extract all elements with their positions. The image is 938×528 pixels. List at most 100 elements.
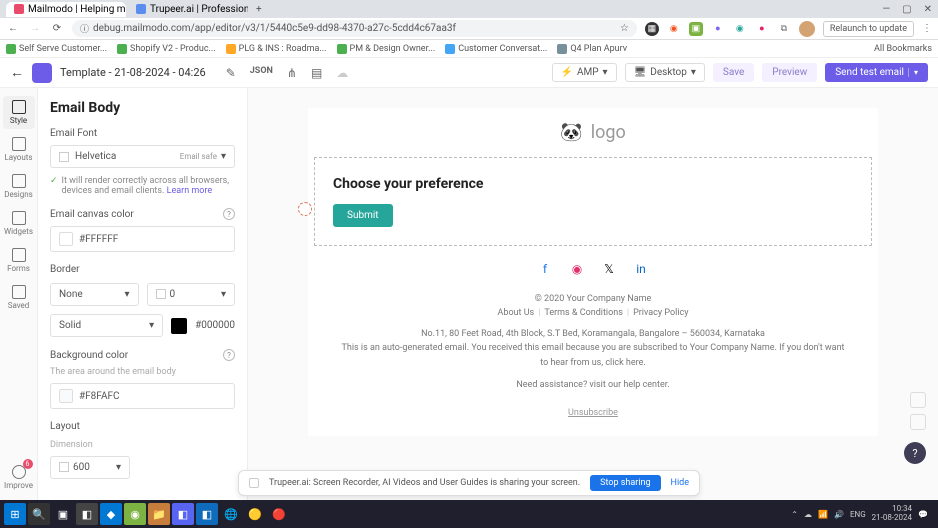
edit-icon[interactable]: ✎ (226, 66, 236, 80)
search-icon[interactable]: 🔍 (28, 503, 50, 525)
dimension-dropdown[interactable]: 600▾ (50, 456, 130, 479)
tray-wifi-icon[interactable]: 📶 (818, 510, 828, 519)
back-icon[interactable]: ← (6, 23, 20, 34)
taskbar-app-icon[interactable]: ◧ (172, 503, 194, 525)
extensions-puzzle-icon[interactable]: ⧉ (777, 22, 791, 36)
linkedin-icon[interactable]: in (634, 262, 648, 276)
back-arrow-icon[interactable]: ← (10, 64, 24, 81)
taskbar-app-icon[interactable]: ◧ (196, 503, 218, 525)
share-icon[interactable]: ⋔ (287, 66, 297, 80)
taskbar-app-icon[interactable]: ◆ (100, 503, 122, 525)
amp-dropdown[interactable]: ⚡ AMP ▾ (552, 63, 617, 82)
maximize-icon[interactable]: ▢ (902, 4, 911, 15)
template-title[interactable]: Template - 21-08-2024 - 04:26 (60, 66, 206, 79)
extension-icon[interactable]: ◉ (667, 22, 681, 36)
bookmark-item[interactable]: Shopify V2 - Produc... (117, 44, 216, 54)
learn-more-link[interactable]: Learn more (167, 186, 213, 196)
system-tray[interactable]: ⌃ ☁ 📶 🔊 ENG 10:34 21-08-2024 💬 (791, 505, 934, 523)
nav-item-saved[interactable]: Saved (3, 281, 35, 314)
drag-handle-icon[interactable] (298, 202, 312, 216)
help-fab-icon[interactable]: ? (904, 442, 926, 464)
social-block[interactable]: f ◉ 𝕏 in (308, 246, 878, 292)
nav-item-layouts[interactable]: Layouts (3, 133, 35, 166)
site-info-icon[interactable]: ⓘ (80, 22, 89, 35)
bookmark-star-icon[interactable]: ☆ (620, 23, 629, 34)
app-logo[interactable] (32, 63, 52, 83)
notifications-icon[interactable]: 💬 (918, 510, 928, 519)
close-window-icon[interactable]: ✕ (924, 4, 932, 15)
redo-icon[interactable] (910, 414, 926, 430)
tray-chevron-icon[interactable]: ⌃ (791, 510, 798, 519)
extension-icon[interactable]: ● (755, 22, 769, 36)
chevron-down-icon[interactable]: ▾ (908, 68, 918, 77)
unsubscribe-link[interactable]: Unsubscribe (308, 402, 878, 436)
help-icon[interactable]: ? (223, 349, 235, 361)
preference-block[interactable]: Choose your preference Submit (314, 157, 872, 246)
relaunch-button[interactable]: Relaunch to update (823, 21, 914, 37)
save-button[interactable]: Save (713, 63, 754, 82)
taskbar-app-icon[interactable]: 🟡 (244, 503, 266, 525)
cloud-icon[interactable]: ☁ (336, 66, 348, 80)
tray-cloud-icon[interactable]: ☁ (804, 510, 812, 519)
start-button[interactable]: ⊞ (4, 503, 26, 525)
preview-button[interactable]: Preview (762, 63, 817, 82)
forward-icon[interactable]: → (28, 23, 42, 34)
send-test-email-button[interactable]: Send test email▾ (825, 63, 928, 82)
address-bar[interactable]: ⓘ debug.mailmodo.com/app/editor/v3/1/544… (72, 20, 637, 37)
footer-block[interactable]: © 2020 Your Company Name About Us| Terms… (308, 292, 878, 402)
bg-color-input[interactable]: #F8FAFC (50, 383, 235, 409)
device-dropdown[interactable]: 🖥 Desktop ▾ (625, 63, 705, 82)
footer-link[interactable]: Privacy Policy (633, 306, 688, 320)
hide-link[interactable]: Hide (671, 478, 689, 488)
taskbar-app-icon[interactable]: 📁 (148, 503, 170, 525)
browser-tab[interactable]: Trupeer.ai | Professional Vide... × (128, 2, 248, 17)
taskbar-app-icon[interactable]: 🔴 (268, 503, 290, 525)
border-line-dropdown[interactable]: Solid▾ (50, 314, 163, 337)
all-bookmarks-link[interactable]: All Bookmarks (874, 44, 932, 54)
border-color-swatch[interactable] (171, 318, 187, 334)
nav-item-widgets[interactable]: Widgets (3, 207, 35, 240)
canvas-color-input[interactable]: #FFFFFF (50, 226, 235, 252)
undo-icon[interactable] (910, 392, 926, 408)
stop-sharing-button[interactable]: Stop sharing (590, 475, 660, 491)
bookmark-item[interactable]: PLG & INS : Roadma... (226, 44, 327, 54)
submit-button[interactable]: Submit (333, 204, 393, 227)
logo-block[interactable]: 🐼 logo (308, 108, 878, 157)
border-width-dropdown[interactable]: 0▾ (147, 283, 236, 306)
footer-link[interactable]: Terms & Conditions (544, 306, 622, 320)
browser-menu-icon[interactable]: ⋮ (922, 23, 932, 34)
help-icon[interactable]: ? (223, 208, 235, 220)
facebook-icon[interactable]: f (538, 262, 552, 276)
browser-tab-active[interactable]: Mailmodo | Helping marketer... × (6, 2, 126, 17)
extension-icon[interactable]: ▦ (645, 22, 659, 36)
nav-item-designs[interactable]: Designs (3, 170, 35, 203)
bookmark-item[interactable]: PM & Design Owner... (337, 44, 436, 54)
code-icon[interactable]: JSON (250, 66, 273, 80)
nav-item-improve[interactable]: 6 Improve (3, 461, 35, 494)
task-view-icon[interactable]: ▣ (52, 503, 74, 525)
extension-icon[interactable]: ◉ (733, 22, 747, 36)
profile-avatar-icon[interactable] (799, 21, 815, 37)
reload-icon[interactable]: ⟳ (50, 23, 64, 34)
footer-link[interactable]: About Us (498, 306, 535, 320)
tray-language[interactable]: ENG (850, 510, 866, 519)
tray-clock[interactable]: 10:34 21-08-2024 (872, 505, 912, 523)
bookmark-item[interactable]: Q4 Plan Apurv (557, 44, 627, 54)
new-tab-button[interactable]: + (250, 4, 268, 15)
save-template-icon[interactable]: ▤ (311, 66, 322, 80)
twitter-x-icon[interactable]: 𝕏 (602, 262, 616, 276)
extension-icon[interactable]: ● (711, 22, 725, 36)
instagram-icon[interactable]: ◉ (570, 262, 584, 276)
nav-item-style[interactable]: Style (3, 96, 35, 129)
taskbar-app-icon[interactable]: ◉ (124, 503, 146, 525)
bookmark-item[interactable]: Customer Conversat... (445, 44, 547, 54)
font-dropdown[interactable]: Helvetica Email safe▾ (50, 145, 235, 168)
border-style-dropdown[interactable]: None▾ (50, 283, 139, 306)
extension-icon[interactable]: ▣ (689, 22, 703, 36)
minimize-icon[interactable]: — (882, 4, 890, 15)
taskbar-app-icon[interactable]: 🌐 (220, 503, 242, 525)
taskbar-app-icon[interactable]: ◧ (76, 503, 98, 525)
email-canvas[interactable]: 🐼 logo Choose your preference Submit f ◉… (248, 88, 938, 500)
tray-volume-icon[interactable]: 🔊 (834, 510, 844, 519)
nav-item-forms[interactable]: Forms (3, 244, 35, 277)
